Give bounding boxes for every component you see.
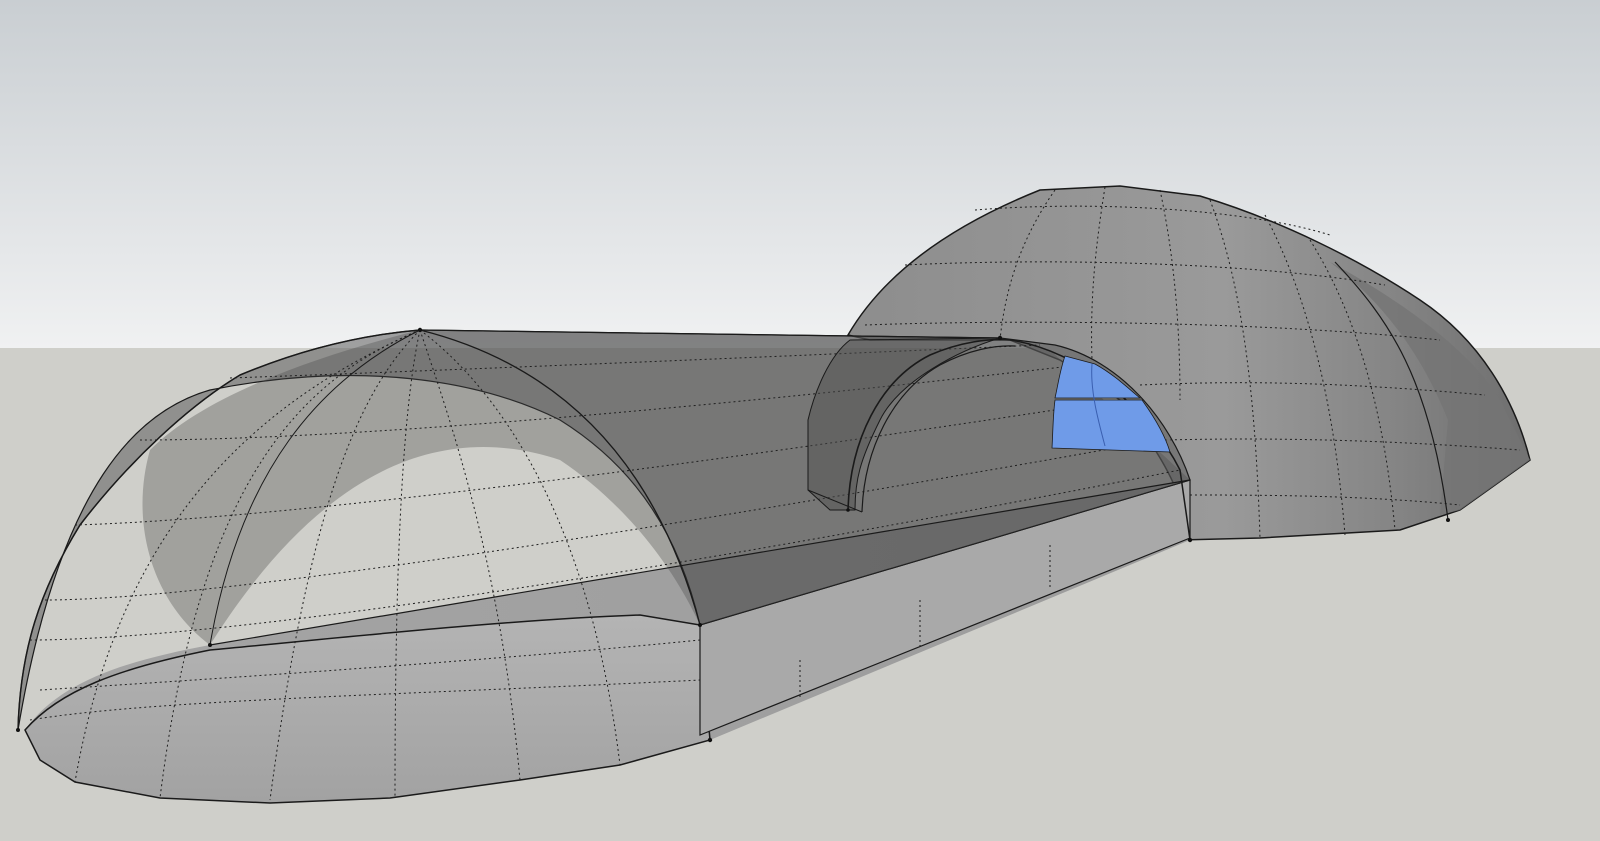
model-viewport[interactable]	[0, 0, 1600, 841]
scene-canvas[interactable]	[0, 0, 1600, 841]
